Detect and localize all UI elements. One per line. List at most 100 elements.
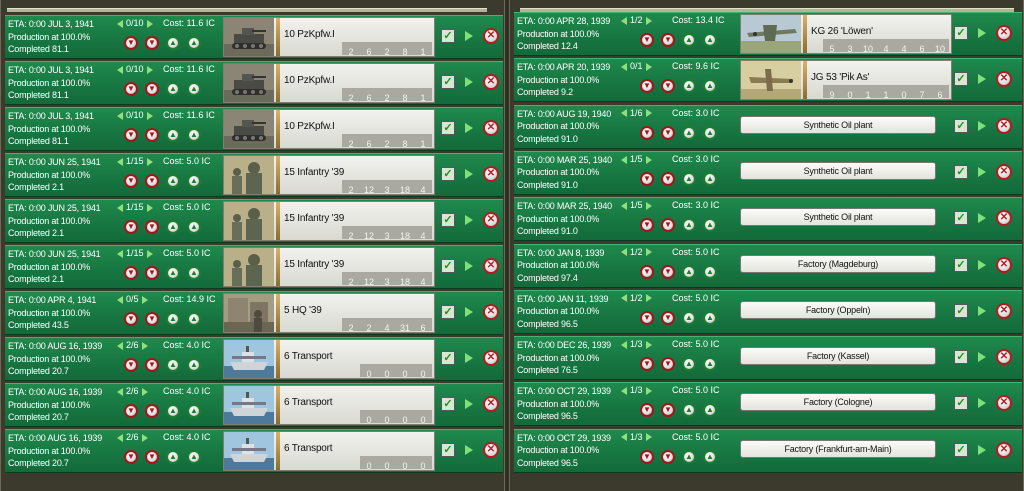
play-icon[interactable] <box>465 399 473 409</box>
decrease-quantity-icon[interactable] <box>621 433 627 442</box>
decrease-quantity-icon[interactable] <box>117 111 123 120</box>
play-icon[interactable] <box>978 305 986 316</box>
increase-quantity-icon[interactable] <box>146 249 153 258</box>
increase-quantity-icon[interactable] <box>645 62 652 71</box>
play-icon[interactable] <box>465 215 473 225</box>
delete-icon[interactable]: ✕ <box>483 258 499 274</box>
decrease-quantity-icon[interactable] <box>117 65 123 74</box>
checkbox-icon[interactable]: ✓ <box>954 303 968 318</box>
increase-quantity-icon[interactable] <box>645 16 652 25</box>
double-chevron-up-icon[interactable]: ▲ <box>703 33 717 47</box>
delete-icon[interactable]: ✕ <box>483 350 499 366</box>
double-chevron-up-icon[interactable]: ▲ <box>703 357 717 372</box>
decrease-quantity-icon[interactable] <box>621 62 627 71</box>
building-name[interactable]: Synthetic Oil plant <box>740 161 936 180</box>
double-chevron-up-icon[interactable]: ▲ <box>703 449 717 464</box>
checkbox-icon[interactable]: ✓ <box>441 29 455 43</box>
unit-card[interactable]: 5 HQ '39 2 2 4 31 6 <box>223 293 435 333</box>
decrease-quantity-icon[interactable] <box>117 433 123 442</box>
play-icon[interactable] <box>465 261 473 271</box>
double-chevron-up-icon[interactable]: ▲ <box>187 358 201 372</box>
decrease-quantity-icon[interactable] <box>621 201 627 210</box>
decrease-quantity-icon[interactable] <box>621 294 627 303</box>
double-chevron-down-icon[interactable]: ▼ <box>640 357 654 372</box>
play-icon[interactable] <box>978 166 986 177</box>
chevron-up-icon[interactable]: ▲ <box>166 404 180 418</box>
increase-quantity-icon[interactable] <box>146 19 153 28</box>
checkbox-icon[interactable]: ✓ <box>441 351 455 365</box>
decrease-quantity-icon[interactable] <box>621 387 627 396</box>
double-chevron-down-icon[interactable]: ▼ <box>124 220 138 234</box>
checkbox-icon[interactable]: ✓ <box>441 397 455 411</box>
chevron-up-icon[interactable]: ▲ <box>166 450 180 464</box>
chevron-down-icon[interactable]: ▼ <box>661 125 675 140</box>
increase-quantity-icon[interactable] <box>141 295 148 304</box>
double-chevron-up-icon[interactable]: ▲ <box>703 125 717 140</box>
double-chevron-up-icon[interactable]: ▲ <box>187 450 201 464</box>
checkbox-icon[interactable]: ✓ <box>954 350 968 365</box>
double-chevron-down-icon[interactable]: ▼ <box>124 36 138 50</box>
double-chevron-up-icon[interactable]: ▲ <box>187 36 201 50</box>
decrease-quantity-icon[interactable] <box>621 248 627 257</box>
checkbox-icon[interactable]: ✓ <box>441 75 455 89</box>
double-chevron-down-icon[interactable]: ▼ <box>124 266 138 280</box>
checkbox-icon[interactable]: ✓ <box>954 26 968 40</box>
play-icon[interactable] <box>978 74 986 85</box>
increase-quantity-icon[interactable] <box>146 111 153 120</box>
chevron-down-icon[interactable]: ▼ <box>145 36 159 50</box>
double-chevron-down-icon[interactable]: ▼ <box>640 403 654 418</box>
decrease-quantity-icon[interactable] <box>117 157 123 166</box>
delete-icon[interactable]: ✕ <box>483 212 499 228</box>
double-chevron-up-icon[interactable]: ▲ <box>703 171 717 186</box>
checkbox-icon[interactable]: ✓ <box>954 118 968 133</box>
double-chevron-up-icon[interactable]: ▲ <box>187 174 201 188</box>
building-name[interactable]: Factory (Cologne) <box>740 393 936 412</box>
checkbox-icon[interactable]: ✓ <box>954 257 968 272</box>
checkbox-icon[interactable]: ✓ <box>954 72 968 87</box>
delete-icon[interactable]: ✕ <box>483 120 499 136</box>
checkbox-icon[interactable]: ✓ <box>441 259 455 273</box>
delete-icon[interactable]: ✕ <box>996 25 1012 41</box>
delete-icon[interactable]: ✕ <box>996 163 1012 180</box>
delete-icon[interactable]: ✕ <box>996 302 1012 319</box>
unit-card[interactable]: 15 Infantry '39 2 12 3 18 4 <box>223 155 435 195</box>
increase-quantity-icon[interactable] <box>645 109 652 118</box>
checkbox-icon[interactable]: ✓ <box>954 396 968 411</box>
chevron-up-icon[interactable]: ▲ <box>682 264 696 279</box>
play-icon[interactable] <box>465 77 473 87</box>
chevron-down-icon[interactable]: ▼ <box>145 82 159 96</box>
decrease-quantity-icon[interactable] <box>621 16 627 25</box>
increase-quantity-icon[interactable] <box>645 340 652 349</box>
play-icon[interactable] <box>465 307 473 317</box>
increase-quantity-icon[interactable] <box>645 433 652 442</box>
chevron-up-icon[interactable]: ▲ <box>682 125 696 140</box>
decrease-quantity-icon[interactable] <box>117 203 123 212</box>
chevron-up-icon[interactable]: ▲ <box>682 357 696 372</box>
chevron-up-icon[interactable]: ▲ <box>682 310 696 325</box>
unit-card[interactable]: 10 PzKpfw.I 2 6 2 8 1 <box>223 109 435 149</box>
chevron-up-icon[interactable]: ▲ <box>166 36 180 50</box>
checkbox-icon[interactable]: ✓ <box>954 164 968 179</box>
play-icon[interactable] <box>978 444 986 455</box>
play-icon[interactable] <box>978 120 986 131</box>
chevron-down-icon[interactable]: ▼ <box>661 33 675 47</box>
play-icon[interactable] <box>978 352 986 363</box>
double-chevron-down-icon[interactable]: ▼ <box>640 310 654 325</box>
decrease-quantity-icon[interactable] <box>117 387 123 396</box>
increase-quantity-icon[interactable] <box>645 387 652 396</box>
chevron-down-icon[interactable]: ▼ <box>145 358 159 372</box>
chevron-up-icon[interactable]: ▲ <box>166 82 180 96</box>
checkbox-icon[interactable]: ✓ <box>954 211 968 226</box>
chevron-down-icon[interactable]: ▼ <box>661 79 675 94</box>
double-chevron-up-icon[interactable]: ▲ <box>187 266 201 280</box>
checkbox-icon[interactable]: ✓ <box>441 121 455 135</box>
checkbox-icon[interactable]: ✓ <box>441 167 455 181</box>
delete-icon[interactable]: ✕ <box>483 166 499 182</box>
building-name[interactable]: Synthetic Oil plant <box>740 115 936 134</box>
increase-quantity-icon[interactable] <box>645 248 652 257</box>
double-chevron-up-icon[interactable]: ▲ <box>703 218 717 233</box>
chevron-down-icon[interactable]: ▼ <box>145 128 159 142</box>
chevron-up-icon[interactable]: ▲ <box>166 220 180 234</box>
play-icon[interactable] <box>978 398 986 409</box>
double-chevron-down-icon[interactable]: ▼ <box>640 264 654 279</box>
